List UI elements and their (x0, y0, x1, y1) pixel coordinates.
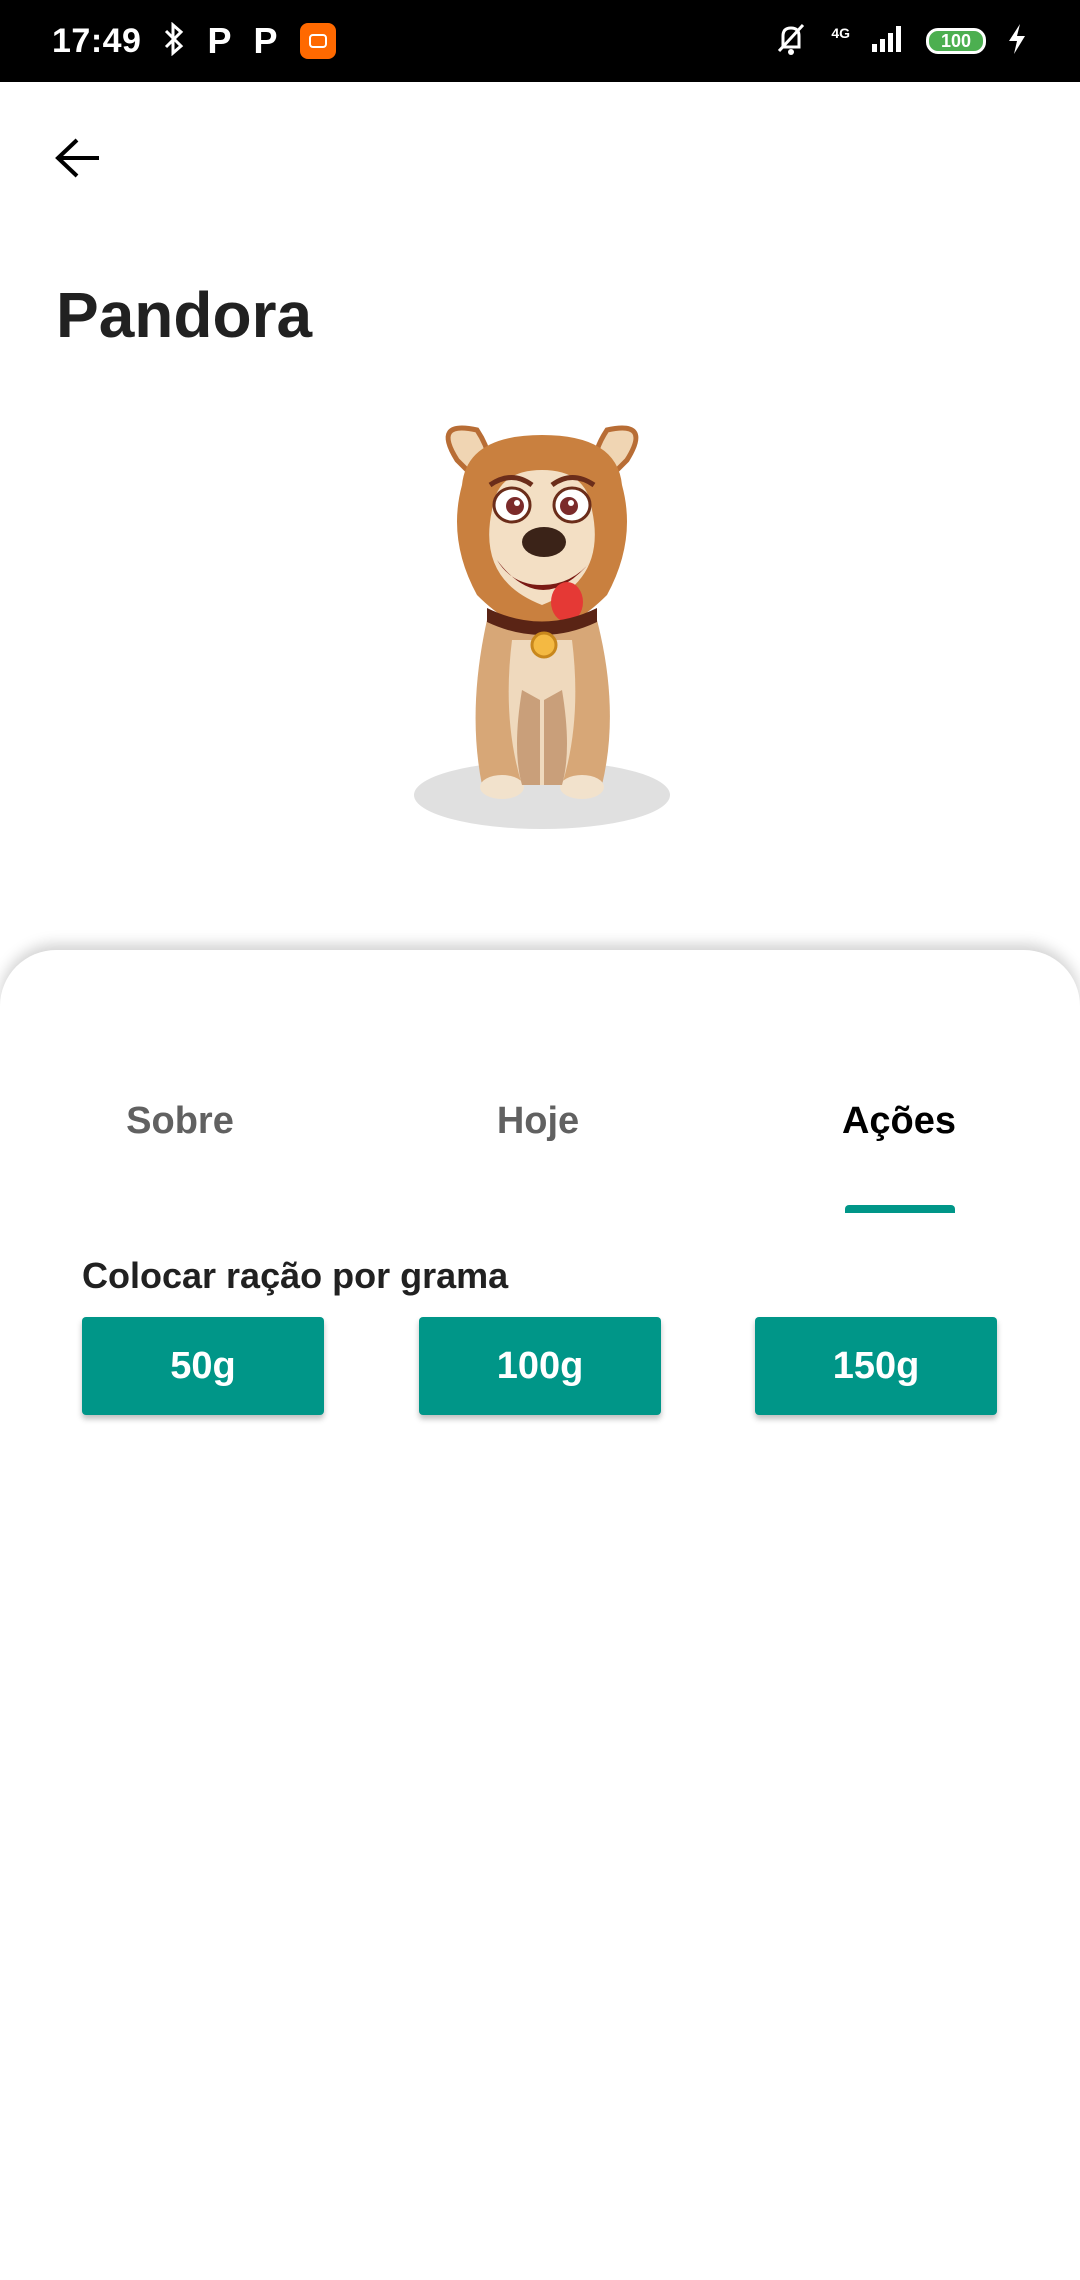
tab-sobre[interactable]: Sobre (126, 1100, 234, 1143)
signal-icon (870, 24, 906, 59)
parking-app-icon: P (207, 20, 232, 61)
feed-50g-button[interactable]: 50g (82, 1317, 324, 1415)
network-type: 4G (831, 25, 850, 41)
feed-100g-button[interactable]: 100g (419, 1317, 661, 1415)
arrow-left-icon (53, 136, 103, 185)
pet-details-sheet: Sobre Hoje Ações Colocar ração por grama… (0, 950, 1080, 2280)
mi-app-icon (299, 23, 336, 59)
feed-section-label: Colocar ração por grama (82, 1255, 509, 1296)
status-bar: 17:49 P P 4G 100 (0, 0, 1080, 82)
battery-icon: 100 (926, 28, 986, 54)
active-tab-indicator (845, 1205, 955, 1213)
tab-bar: Sobre Hoje Ações (0, 1100, 1080, 1190)
bluetooth-icon (163, 21, 185, 61)
page-title: Pandora (56, 279, 313, 351)
parking-app-icon: P (253, 20, 278, 61)
status-time: 17:49 (52, 21, 142, 60)
pet-avatar-image (372, 390, 712, 840)
tab-hoje[interactable]: Hoje (497, 1100, 579, 1143)
feed-150g-button[interactable]: 150g (755, 1317, 997, 1415)
back-button[interactable] (42, 124, 114, 196)
charging-icon (1006, 22, 1028, 61)
battery-level: 100 (940, 30, 972, 51)
tab-acoes[interactable]: Ações (842, 1100, 956, 1143)
silent-mode-icon (771, 21, 811, 62)
